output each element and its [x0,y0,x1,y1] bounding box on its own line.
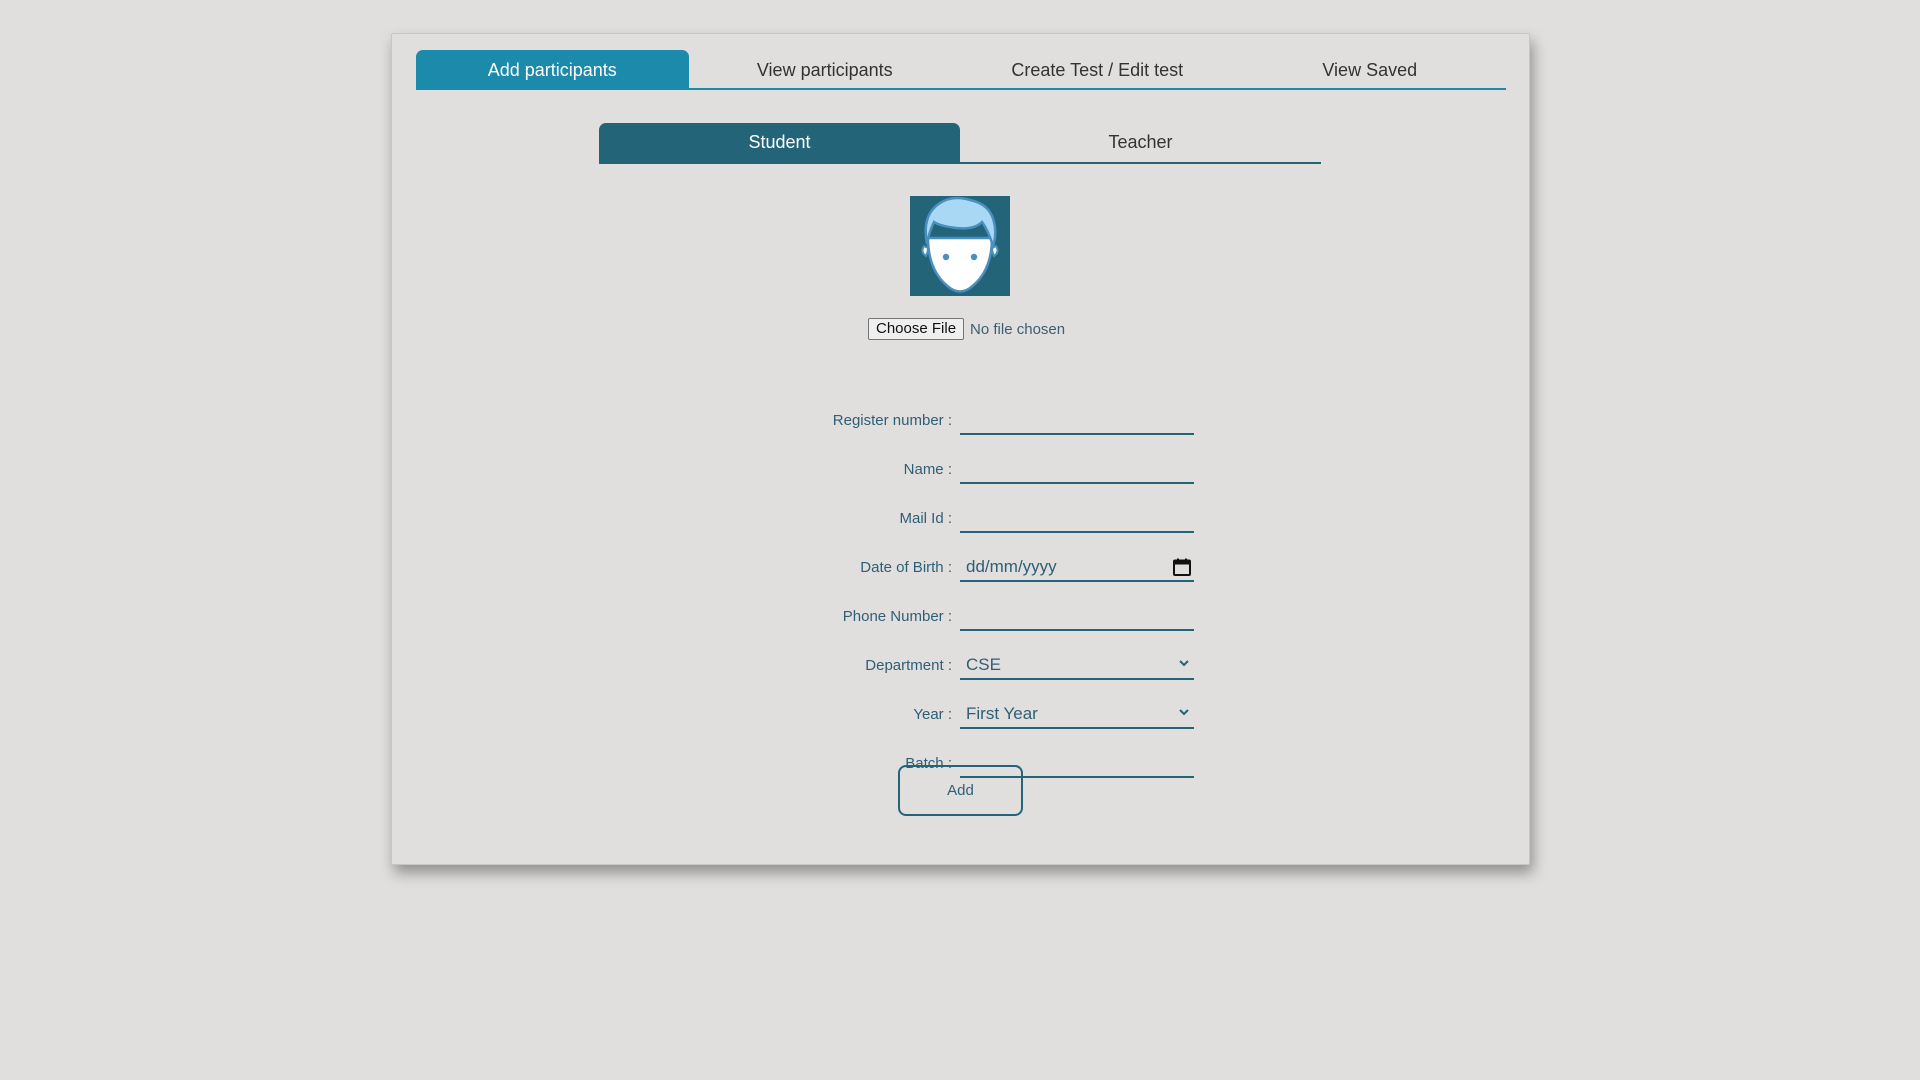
tab-teacher[interactable]: Teacher [960,123,1321,162]
mail-id-label: Mail Id : [899,510,952,527]
name-row: Name : [392,454,1529,484]
person-face-icon [921,196,999,293]
department-label: Department : [865,657,952,674]
register-number-input[interactable] [960,405,1194,435]
date-of-birth-input[interactable]: dd/mm/yyyy [960,552,1194,582]
date-of-birth-row: Date of Birth : dd/mm/yyyy [392,552,1529,582]
register-number-label: Register number : [832,412,952,429]
mail-id-input[interactable] [960,503,1194,533]
department-row: Department : CSE [392,650,1529,680]
photo-upload: Choose File No file chosen [868,318,1065,340]
choose-file-button[interactable]: Choose File [868,318,965,340]
name-label: Name : [903,461,952,478]
register-number-row: Register number : [392,405,1529,435]
file-status: No file chosen [970,320,1066,338]
tab-view-participants[interactable]: View participants [689,50,962,90]
date-of-birth-label: Date of Birth : [860,559,952,576]
phone-number-row: Phone Number : [392,601,1529,631]
calendar-icon[interactable] [1172,557,1192,577]
name-input[interactable] [960,454,1194,484]
phone-number-input[interactable] [960,601,1194,631]
year-select[interactable]: First Year [960,699,1194,729]
date-placeholder: dd/mm/yyyy [966,557,1057,576]
department-value: CSE [966,655,1001,674]
tab-student[interactable]: Student [599,123,960,162]
department-select[interactable]: CSE [960,650,1194,680]
year-value: First Year [966,704,1038,723]
chevron-down-icon [1179,660,1189,667]
avatar [910,196,1010,296]
tab-add-participants[interactable]: Add participants [416,50,689,90]
year-label: Year : [913,706,952,723]
phone-number-label: Phone Number : [842,608,952,625]
year-row: Year : First Year [392,699,1529,729]
add-participants-panel: Add participants View participants Creat… [391,33,1530,865]
main-tab-bar: Add participants View participants Creat… [416,50,1506,90]
mail-id-row: Mail Id : [392,503,1529,533]
participant-type-tabs: Student Teacher [599,123,1321,164]
tab-create-edit-test[interactable]: Create Test / Edit test [961,50,1234,90]
chevron-down-icon [1179,709,1189,716]
tab-view-saved[interactable]: View Saved [1234,50,1507,90]
add-button[interactable]: Add [898,765,1023,816]
